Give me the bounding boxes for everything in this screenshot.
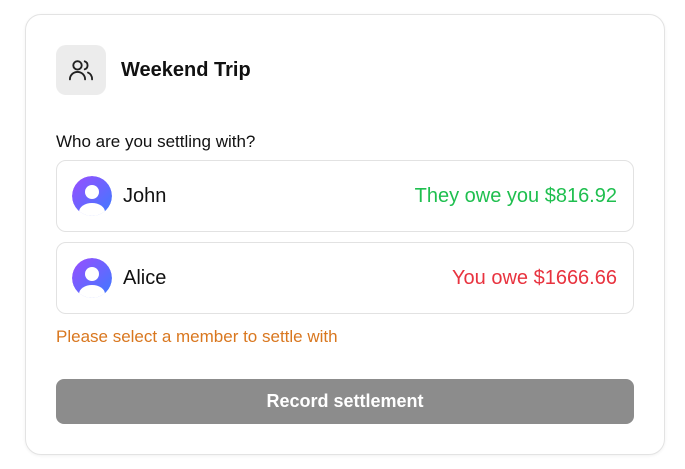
member-option-alice[interactable]: Alice You owe $1666.66 bbox=[56, 242, 634, 314]
member-option-john[interactable]: John They owe you $816.92 bbox=[56, 160, 634, 232]
group-header: Weekend Trip bbox=[56, 45, 251, 95]
record-settlement-button[interactable]: Record settlement bbox=[56, 379, 634, 424]
users-icon bbox=[56, 45, 106, 95]
validation-message: Please select a member to settle with bbox=[56, 327, 338, 346]
member-name: John bbox=[123, 184, 167, 207]
settlement-card: Weekend Trip Who are you settling with? … bbox=[25, 14, 665, 455]
member-balance: They owe you $816.92 bbox=[414, 184, 617, 207]
member-name: Alice bbox=[123, 266, 167, 289]
member-balance: You owe $1666.66 bbox=[452, 266, 617, 289]
user-avatar-icon bbox=[72, 176, 112, 216]
group-title: Weekend Trip bbox=[121, 58, 251, 81]
user-avatar-icon bbox=[72, 258, 112, 298]
settle-prompt: Who are you settling with? bbox=[56, 132, 256, 151]
